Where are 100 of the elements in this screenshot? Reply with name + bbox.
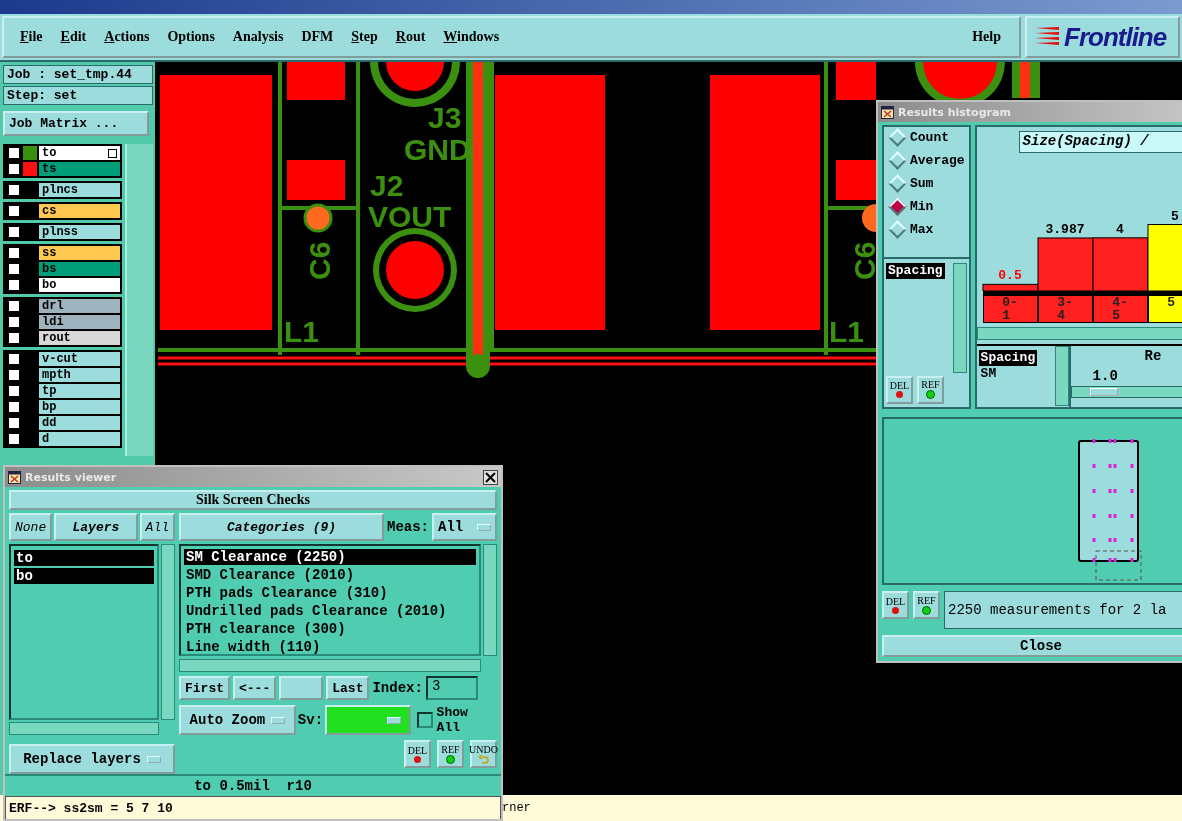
menu-item[interactable]: Help xyxy=(972,29,1013,45)
layer-name[interactable]: d xyxy=(39,432,121,446)
scrollbar[interactable] xyxy=(1054,346,1069,406)
layer-checkbox[interactable] xyxy=(7,384,21,398)
layer-checkbox[interactable] xyxy=(7,352,21,366)
range-value: 1.0 xyxy=(1092,368,1118,384)
category-list-item[interactable]: Undrilled pads Clearance (2010) xyxy=(184,603,476,619)
layer-name[interactable]: bs xyxy=(39,262,121,276)
layer-checkbox[interactable] xyxy=(7,146,21,160)
layer-checkbox[interactable] xyxy=(7,278,21,292)
menu-item[interactable]: Analysis xyxy=(232,29,296,45)
replace-layers-dropdown[interactable]: Replace layers xyxy=(9,744,175,774)
layer-name[interactable]: ts xyxy=(39,162,121,176)
layer-checkbox[interactable] xyxy=(7,432,21,446)
layer-name[interactable]: plnss xyxy=(39,225,121,239)
layer-checkbox[interactable] xyxy=(7,400,21,414)
mode-radio[interactable]: Min xyxy=(888,199,965,214)
mode-radio[interactable]: Count xyxy=(888,130,965,145)
menu-item[interactable]: File xyxy=(20,29,55,45)
job-matrix-button[interactable]: Job Matrix ... xyxy=(3,111,149,136)
close-button[interactable]: Close xyxy=(882,635,1182,657)
refresh-button[interactable]: REF xyxy=(437,740,464,768)
layer-name[interactable]: rout xyxy=(39,331,121,345)
layer-name[interactable]: ldi xyxy=(39,315,121,329)
layer-tab[interactable]: Layers xyxy=(54,513,138,541)
attribute-list-item[interactable]: Spacing xyxy=(886,263,945,279)
refresh-button[interactable]: REF xyxy=(917,375,944,404)
scrollbar[interactable] xyxy=(9,722,159,735)
nav-button[interactable]: First xyxy=(179,676,230,700)
scrollbar[interactable] xyxy=(483,544,497,656)
menu-item[interactable]: Options xyxy=(167,29,227,45)
layer-name[interactable]: drl xyxy=(39,299,121,313)
mode-radio[interactable]: Sum xyxy=(888,176,965,191)
layer-name[interactable]: to xyxy=(39,146,121,160)
layer-list-item[interactable]: to xyxy=(14,550,154,566)
refresh-button[interactable]: REF xyxy=(913,591,940,619)
nav-button[interactable]: <--- xyxy=(233,676,277,700)
layer-checkbox[interactable] xyxy=(7,262,21,276)
menu-item[interactable]: DFM xyxy=(301,29,346,45)
layer-checkbox[interactable] xyxy=(7,299,21,313)
layer-name[interactable]: plncs xyxy=(39,183,121,197)
layer-checkbox[interactable] xyxy=(7,416,21,430)
filter-list-item[interactable]: SM xyxy=(978,366,999,382)
job-label: Job : set_tmp.44 xyxy=(3,65,153,84)
category-list-item[interactable]: Line width (110) xyxy=(184,639,476,655)
mode-radio[interactable]: Max xyxy=(888,222,965,237)
show-all-checkbox[interactable]: Show All xyxy=(417,705,497,735)
meas-dropdown[interactable]: All xyxy=(432,513,497,541)
step-label: Step: set xyxy=(3,86,153,105)
layer-tab[interactable]: None xyxy=(9,513,53,541)
layer-checkbox[interactable] xyxy=(7,225,21,239)
layer-checkbox[interactable] xyxy=(7,204,21,218)
bar-value-label: 3.987 xyxy=(1045,221,1085,237)
category-list-item[interactable]: PTH pads Clearance (310) xyxy=(184,585,476,601)
layer-name[interactable]: bo xyxy=(39,278,121,292)
layer-name[interactable]: tp xyxy=(39,384,121,398)
layer-name[interactable]: bp xyxy=(39,400,121,414)
menu-icon[interactable] xyxy=(108,149,118,158)
layer-checkbox[interactable] xyxy=(7,331,21,345)
menu-item[interactable]: Step xyxy=(351,29,390,45)
scrollbar[interactable] xyxy=(952,263,967,373)
nav-button[interactable]: Last xyxy=(326,676,370,700)
layer-name[interactable]: cs xyxy=(39,204,121,218)
checks-header-button[interactable]: Silk Screen Checks xyxy=(9,490,497,510)
index-field[interactable]: 3 xyxy=(425,676,478,700)
layer-checkbox[interactable] xyxy=(7,246,21,260)
delete-button[interactable]: DEL xyxy=(882,591,909,619)
mode-radio[interactable]: Average xyxy=(888,153,965,168)
layer-checkbox[interactable] xyxy=(7,162,21,176)
layer-name[interactable]: ss xyxy=(39,246,121,260)
scrollbar[interactable] xyxy=(161,544,175,720)
menu-item[interactable]: Windows xyxy=(443,29,512,45)
category-list-item[interactable]: PTH clearance (300) xyxy=(184,621,476,637)
menu-item[interactable]: Actions xyxy=(104,29,162,45)
layer-checkbox[interactable] xyxy=(7,368,21,382)
dot-icon xyxy=(414,755,421,763)
layer-name[interactable]: mpth xyxy=(39,368,121,382)
delete-button[interactable]: DEL xyxy=(886,375,913,404)
layer-name[interactable]: dd xyxy=(39,416,121,430)
menu-item[interactable]: Edit xyxy=(60,29,99,45)
undo-button[interactable]: UNDO xyxy=(470,740,497,768)
layer-checkbox[interactable] xyxy=(7,183,21,197)
layer-checkbox[interactable] xyxy=(7,315,21,329)
bar-value-label: 5 xyxy=(1170,208,1179,224)
category-list-item[interactable]: SMD Clearance (2010) xyxy=(184,567,476,583)
close-icon xyxy=(485,471,496,483)
filter-list-item[interactable]: Spacing xyxy=(978,350,1038,366)
layer-name[interactable]: v-cut xyxy=(39,352,121,366)
undo-arrow-icon xyxy=(478,754,489,764)
categories-button[interactable]: Categories (9) xyxy=(179,513,384,541)
category-list-item[interactable]: SM Clearance (2250) xyxy=(184,549,476,565)
scrollbar[interactable] xyxy=(179,659,481,672)
delete-button[interactable]: DEL xyxy=(404,740,431,768)
zoom-dropdown[interactable]: Auto Zoom xyxy=(179,705,296,735)
command-line-field[interactable]: ERF--> ss2sm = 5 7 10 xyxy=(5,796,501,819)
menu-item[interactable]: Rout xyxy=(395,29,438,45)
layer-tab[interactable]: All xyxy=(139,513,175,541)
layer-list-item[interactable]: bo xyxy=(14,568,154,584)
scrollbar[interactable] xyxy=(976,327,1182,340)
close-button[interactable] xyxy=(483,469,498,485)
